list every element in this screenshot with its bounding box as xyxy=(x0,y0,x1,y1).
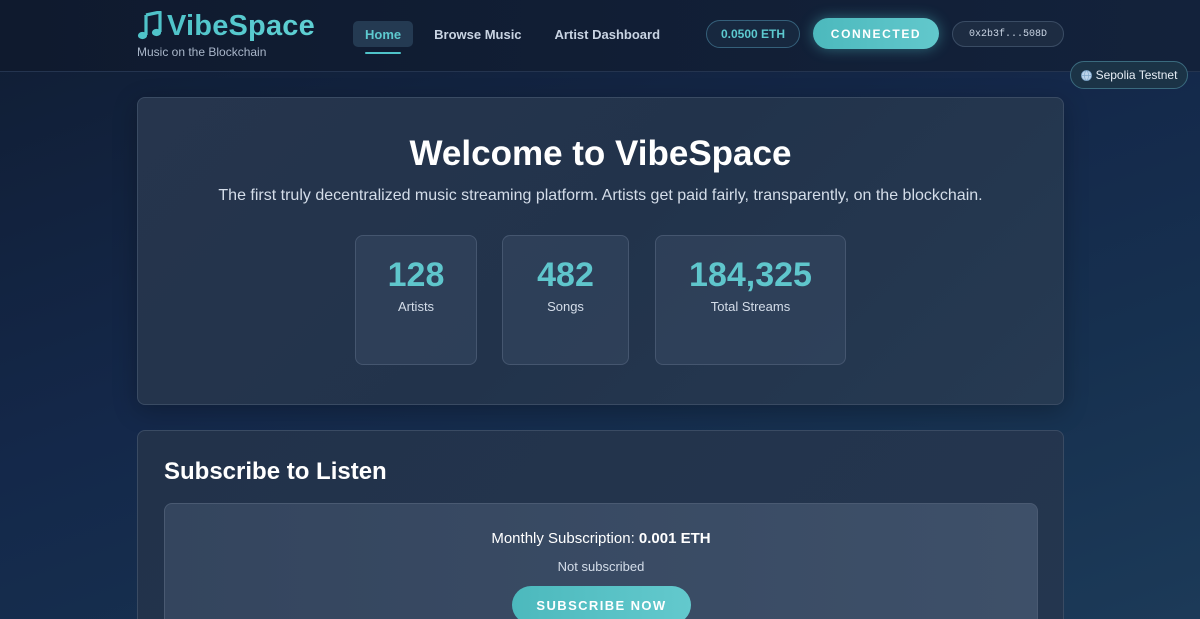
app-header: VibeSpace Music on the Blockchain Home B… xyxy=(0,0,1200,72)
connected-button[interactable]: CONNECTED xyxy=(813,18,939,49)
subscription-price: Monthly Subscription: 0.001 ETH xyxy=(165,530,1037,547)
wallet-balance: 0.0500 ETH xyxy=(706,20,800,48)
stat-total-streams: 184,325 Total Streams xyxy=(655,235,846,365)
welcome-title: Welcome to VibeSpace xyxy=(409,134,792,173)
welcome-subtitle: The first truly decentralized music stre… xyxy=(218,187,983,204)
subscription-panel: Monthly Subscription: 0.001 ETH Not subs… xyxy=(164,503,1038,619)
stat-value: 184,325 xyxy=(689,256,812,294)
price-label: Monthly Subscription: xyxy=(491,530,639,547)
subscribe-card: Subscribe to Listen Monthly Subscription… xyxy=(137,430,1064,619)
subscription-status: Not subscribed xyxy=(557,559,645,574)
brand-name: VibeSpace xyxy=(167,9,315,42)
stat-value: 128 xyxy=(387,256,445,294)
nav-browse-music[interactable]: Browse Music xyxy=(422,21,533,47)
brand[interactable]: VibeSpace Music on the Blockchain xyxy=(137,9,315,60)
price-value: 0.001 ETH xyxy=(638,530,711,547)
nav-artist-dashboard[interactable]: Artist Dashboard xyxy=(543,21,672,47)
main-nav: Home Browse Music Artist Dashboard xyxy=(353,21,681,54)
stat-songs: 482 Songs xyxy=(502,235,629,365)
subscribe-title: Subscribe to Listen xyxy=(164,458,387,485)
nav-home[interactable]: Home xyxy=(353,21,414,54)
network-label: Sepolia Testnet xyxy=(1095,68,1178,82)
stat-artists: 128 Artists xyxy=(355,235,477,365)
stat-label: Total Streams xyxy=(710,299,791,314)
subscribe-now-button[interactable]: SUBSCRIBE NOW xyxy=(512,586,691,619)
stat-label: Songs xyxy=(547,299,584,314)
network-badge: Sepolia Testnet xyxy=(1070,61,1188,89)
brand-tagline: Music on the Blockchain xyxy=(137,45,267,59)
wallet-address[interactable]: 0x2b3f...508D xyxy=(952,21,1064,47)
stat-value: 482 xyxy=(537,256,594,294)
music-note-icon xyxy=(137,11,162,40)
welcome-card: Welcome to VibeSpace The first truly dec… xyxy=(137,97,1064,405)
globe-icon xyxy=(1080,69,1092,81)
stat-label: Artists xyxy=(397,299,435,314)
